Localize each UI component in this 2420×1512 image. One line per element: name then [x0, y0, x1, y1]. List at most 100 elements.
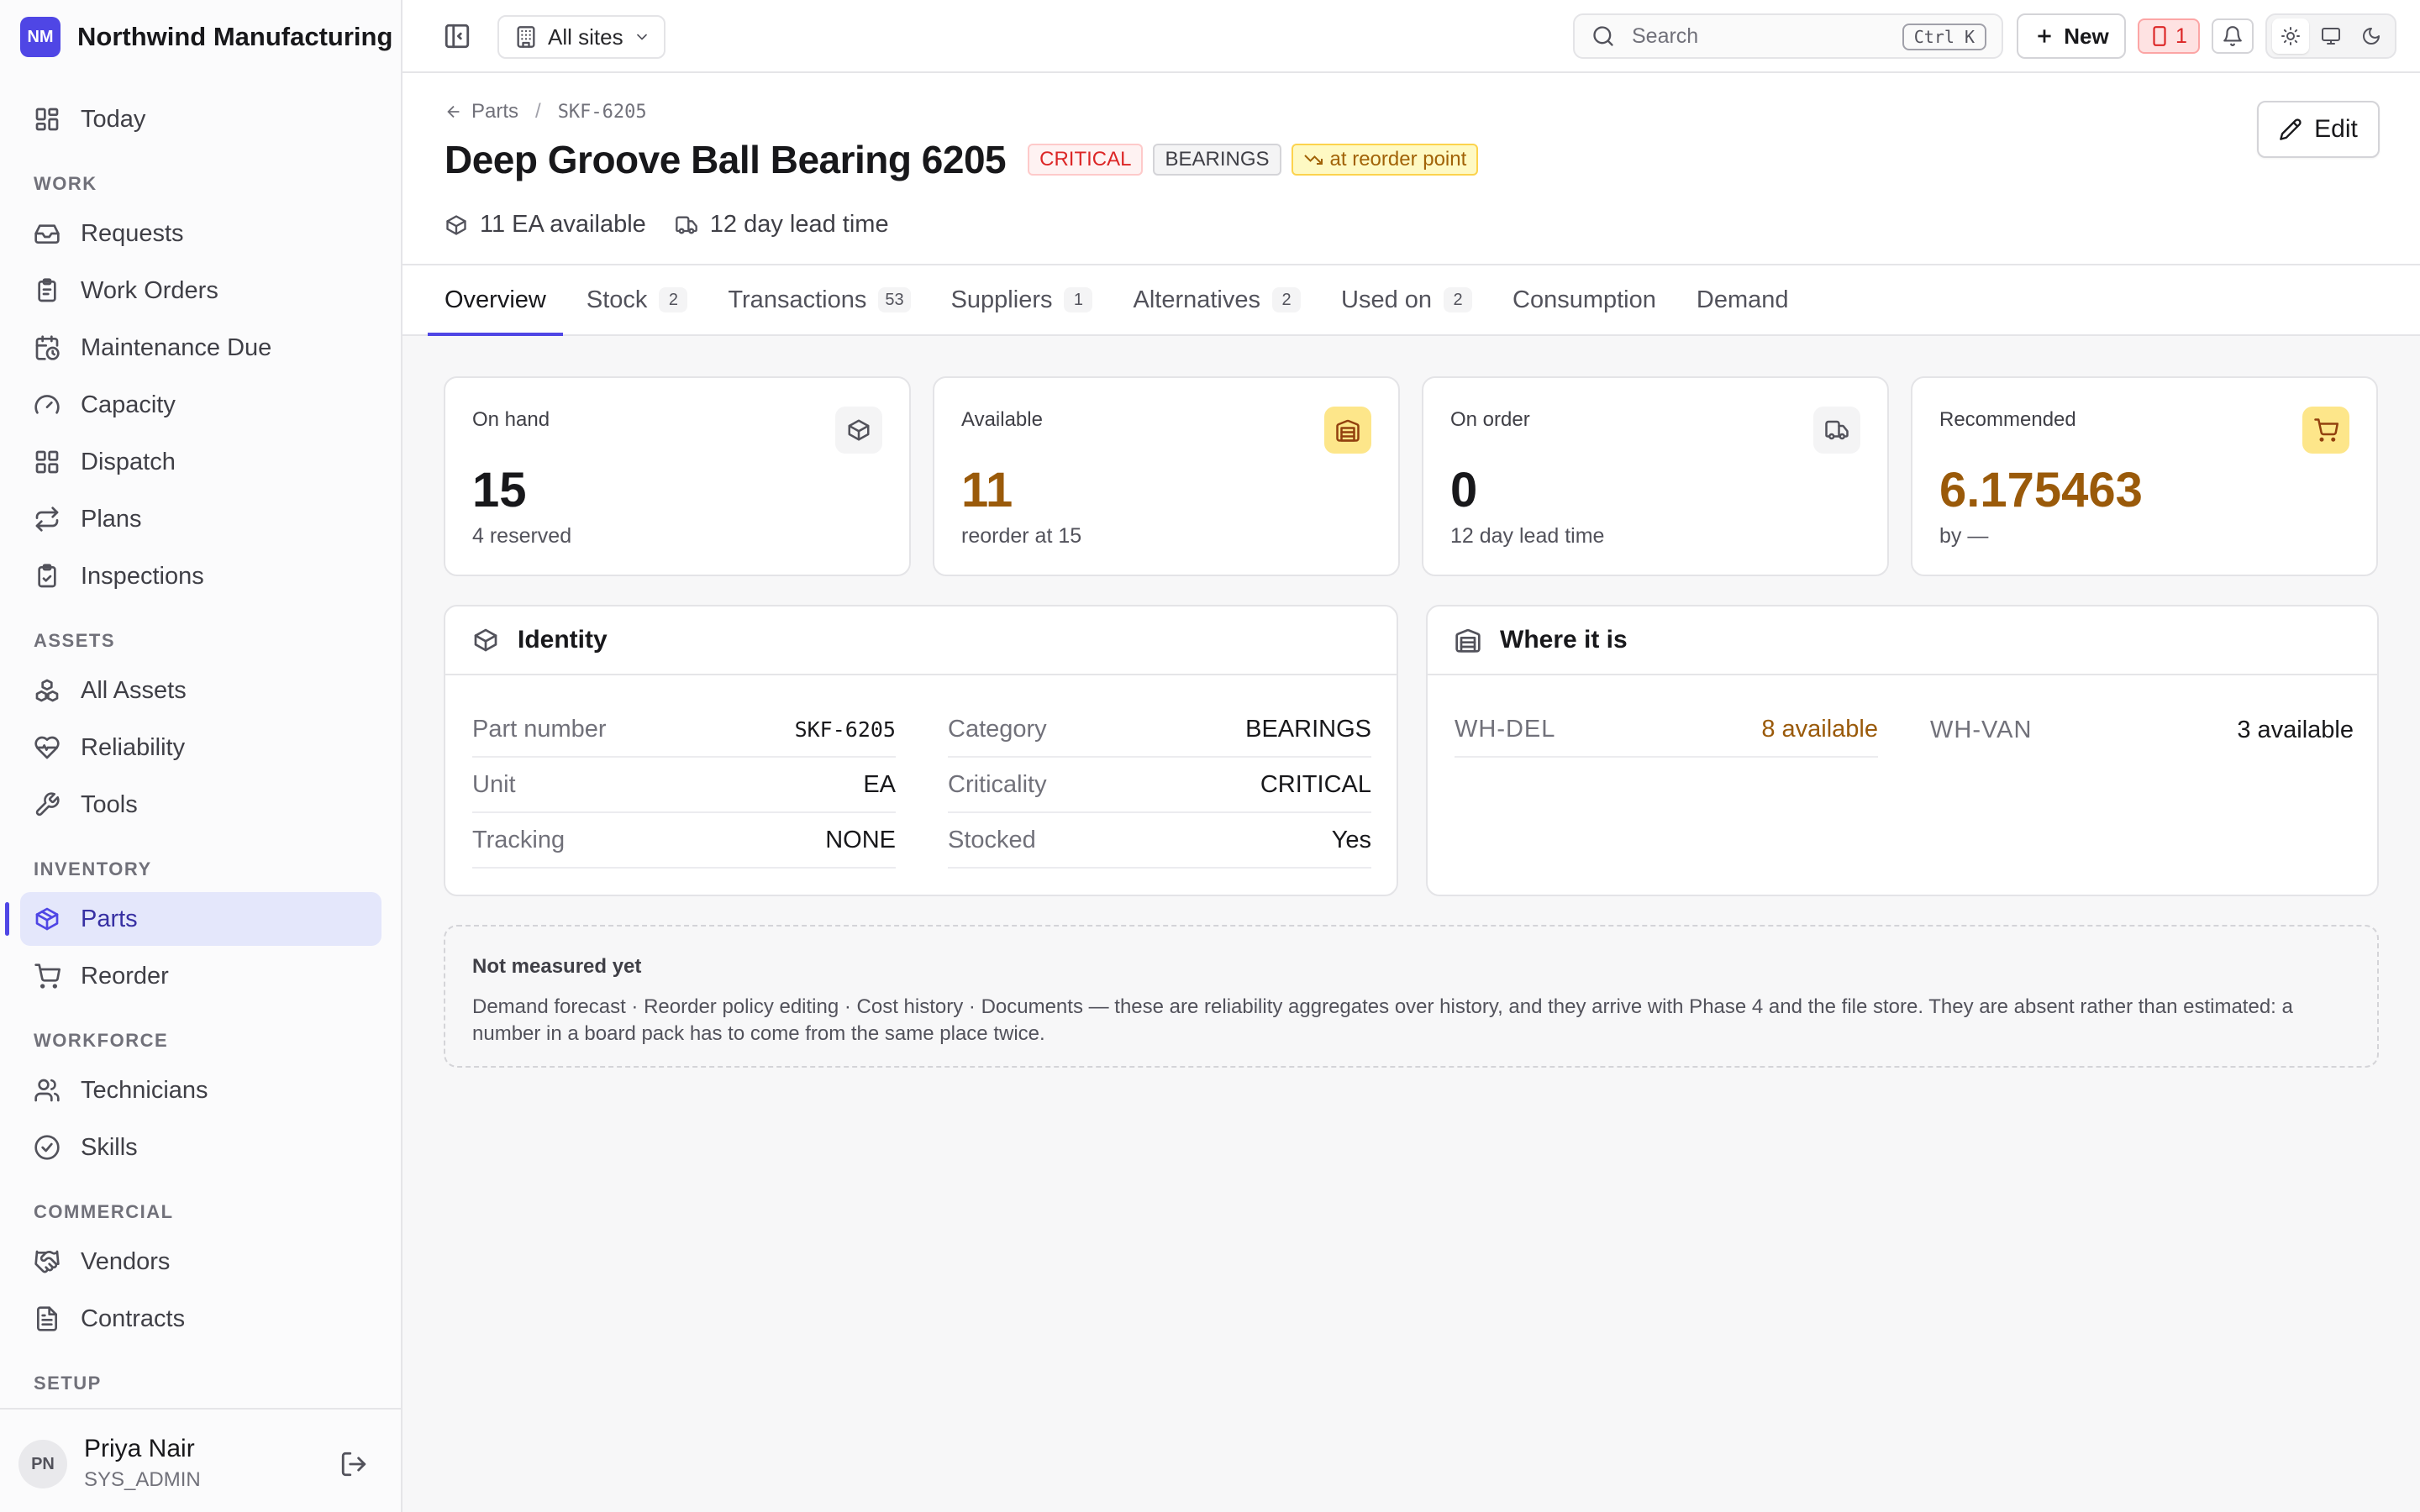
- sidebar-item-all-assets[interactable]: All Assets: [20, 664, 381, 717]
- tab-consumption[interactable]: Consumption: [1496, 265, 1673, 334]
- logout-icon: [341, 1452, 366, 1477]
- sidebar-item-requests[interactable]: Requests: [20, 207, 381, 260]
- sidebar-item-label: Capacity: [81, 391, 176, 418]
- cart-icon: [2314, 418, 2338, 442]
- sidebar-item-dispatch[interactable]: Dispatch: [20, 435, 381, 489]
- identity-panel-header: Identity: [445, 606, 1397, 675]
- note-body: Demand forecast · Reorder policy editing…: [472, 995, 2293, 1045]
- brand[interactable]: NM Northwind Manufacturing: [20, 17, 392, 57]
- alerts-button[interactable]: 1: [2138, 18, 2200, 54]
- sidebar-item-capacity[interactable]: Capacity: [20, 378, 381, 432]
- search-placeholder: Search: [1632, 24, 1699, 48]
- chevron-down-icon: [636, 34, 647, 40]
- meta-row: 11 EA available 12 day lead time: [445, 211, 918, 239]
- theme-dark-button[interactable]: [2353, 18, 2390, 54]
- tab-demand[interactable]: Demand: [1680, 265, 1806, 334]
- tab-used-on[interactable]: Used on 2: [1324, 265, 1489, 334]
- title-row: Deep Groove Ball Bearing 6205 CRITICAL B…: [445, 137, 1479, 182]
- sidebar-item-maintenance-due[interactable]: Maintenance Due: [20, 321, 381, 375]
- tab-label: Consumption: [1512, 286, 1656, 313]
- sidebar-item-inspections[interactable]: Inspections: [20, 549, 381, 603]
- calendar-clock-icon: [35, 335, 60, 360]
- tab-suppliers[interactable]: Suppliers 1: [934, 265, 1110, 334]
- nav-section-work: WORK: [34, 173, 97, 194]
- field-tracking: Tracking NONE: [472, 813, 896, 869]
- stat-icon-wrap: [835, 407, 882, 454]
- stat-label: On hand: [472, 408, 550, 431]
- trending-down-icon: [1303, 155, 1323, 165]
- tab-label: Suppliers: [950, 286, 1053, 313]
- package-icon: [848, 419, 870, 441]
- new-button[interactable]: New: [2017, 13, 2126, 59]
- sidebar-nav: Today WORK Requests Work Orders Maintena…: [5, 92, 381, 1406]
- sidebar-toggle-button[interactable]: [443, 22, 471, 50]
- search-shortcut: Ctrl K: [1902, 24, 1986, 50]
- reorder-badge-label: at reorder point: [1329, 148, 1467, 171]
- location-row[interactable]: WH-DEL 8 available: [1455, 702, 1878, 758]
- theme-system-button[interactable]: [2312, 18, 2349, 54]
- sidebar-item-today[interactable]: Today: [20, 92, 381, 146]
- location-available: 8 available: [1761, 715, 1878, 743]
- location-row[interactable]: WH-VAN 3 available: [1930, 702, 2354, 758]
- sidebar-item-tools[interactable]: Tools: [20, 778, 381, 832]
- stat-sub: 4 reserved: [472, 524, 572, 548]
- tab-count: 2: [1444, 287, 1473, 312]
- site-selector[interactable]: All sites: [497, 15, 666, 59]
- stat-label: Recommended: [1939, 408, 2076, 431]
- sidebar-item-reliability[interactable]: Reliability: [20, 721, 381, 774]
- tab-label: Alternatives: [1133, 286, 1260, 313]
- avatar[interactable]: PN: [18, 1440, 67, 1488]
- tab-stock[interactable]: Stock 2: [570, 265, 705, 334]
- breadcrumb-parent-link[interactable]: Parts: [471, 100, 518, 123]
- edit-button[interactable]: Edit: [2257, 101, 2380, 158]
- sidebar-item-label: Technicians: [81, 1076, 208, 1104]
- truck-icon: [1825, 420, 1849, 440]
- logout-button[interactable]: [339, 1450, 368, 1478]
- tab-label: Stock: [586, 286, 648, 313]
- sidebar-item-label: All Assets: [81, 676, 187, 704]
- sidebar-item-label: Skills: [81, 1133, 138, 1161]
- sidebar-item-plans[interactable]: Plans: [20, 492, 381, 546]
- stat-label: On order: [1450, 408, 1530, 431]
- search-input[interactable]: Search Ctrl K: [1573, 13, 2003, 59]
- meta-available-text: 11 EA available: [480, 211, 646, 238]
- stat-card-available: Available 11 reorder at 15: [933, 376, 1400, 576]
- location-code: WH-DEL: [1455, 715, 1556, 743]
- field-value: BEARINGS: [1245, 715, 1371, 743]
- search-icon: [1593, 26, 1613, 46]
- field-value: EA: [863, 770, 896, 798]
- sidebar-item-label: Work Orders: [81, 276, 218, 304]
- arrow-left-icon: [447, 105, 460, 118]
- package-icon: [474, 628, 497, 652]
- where-panel-title: Where it is: [1500, 626, 1628, 654]
- sidebar-item-parts[interactable]: Parts: [5, 892, 381, 946]
- tab-alternatives[interactable]: Alternatives 2: [1116, 265, 1318, 334]
- stat-sub: reorder at 15: [961, 524, 1082, 548]
- brand-name: Northwind Manufacturing: [77, 22, 393, 51]
- handshake-icon: [34, 1250, 60, 1273]
- category-badge: BEARINGS: [1153, 144, 1281, 176]
- theme-light-button[interactable]: [2272, 18, 2309, 54]
- tab-count: 1: [1064, 287, 1093, 312]
- sun-icon: [2281, 27, 2300, 45]
- sidebar-item-reorder[interactable]: Reorder: [20, 949, 381, 1003]
- where-panel-header: Where it is: [1428, 606, 2377, 675]
- page-title: Deep Groove Ball Bearing 6205: [445, 138, 1007, 181]
- notifications-button[interactable]: [2212, 18, 2254, 54]
- tab-transactions[interactable]: Transactions 53: [711, 265, 927, 334]
- sidebar-item-technicians[interactable]: Technicians: [20, 1063, 381, 1117]
- meta-available: 11 EA available: [445, 211, 646, 239]
- sidebar-item-skills[interactable]: Skills: [20, 1121, 381, 1174]
- tab-count: 2: [1272, 287, 1301, 312]
- field-unit: Unit EA: [472, 758, 896, 813]
- warehouse-icon: [1336, 419, 1360, 442]
- sidebar-item-vendors[interactable]: Vendors: [20, 1235, 381, 1289]
- tab-overview[interactable]: Overview: [428, 265, 563, 336]
- sidebar-item-work-orders[interactable]: Work Orders: [20, 264, 381, 318]
- sidebar-item-contracts[interactable]: Contracts: [20, 1292, 381, 1346]
- wrench-icon: [35, 792, 60, 816]
- where-panel: Where it is WH-DEL 8 available WH-VAN 3 …: [1426, 605, 2379, 896]
- field-stocked: Stocked Yes: [948, 813, 1371, 869]
- meta-lead-time: 12 day lead time: [675, 211, 889, 239]
- tab-bar: Overview Stock 2 Transactions 53 Supplie…: [402, 265, 2420, 336]
